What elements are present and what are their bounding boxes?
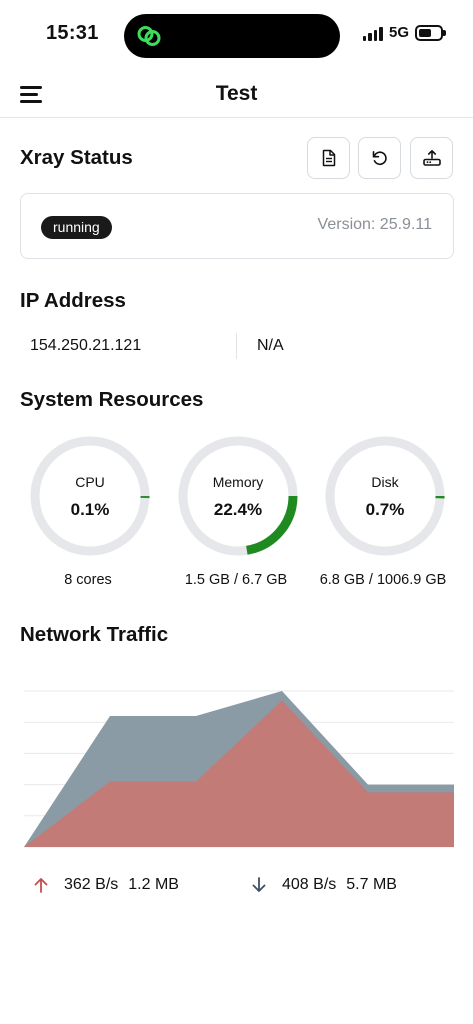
disk-label: Disk [371, 474, 399, 490]
ip-divider [236, 333, 237, 359]
memory-label: Memory [212, 474, 264, 490]
upload-rate: 362 B/s [64, 876, 119, 893]
cpu-gauge-ring [30, 436, 150, 556]
disk-detail: 6.8 GB / 1006.9 GB [319, 572, 447, 588]
upload-total: 1.2 MB [128, 876, 179, 893]
disk-gauge-ring [325, 436, 445, 556]
memory-percent: 22.4% [213, 500, 263, 519]
page-title: Test [215, 82, 258, 105]
xray-status-title: Xray Status [20, 146, 133, 169]
dynamic-island [124, 14, 340, 58]
system-resources-title: System Resources [20, 388, 204, 411]
ipv6-value: N/A [257, 337, 284, 354]
status-badge: running [41, 216, 112, 239]
network-type: 5G [388, 24, 409, 41]
network-traffic-title: Network Traffic [20, 623, 169, 646]
disk-percent: 0.7% [365, 500, 405, 519]
cpu-percent: 0.1% [70, 500, 110, 519]
download-legend: 408 B/s 5.7 MB [250, 876, 397, 894]
memory-gauge: Memory 22.4% [176, 434, 300, 558]
download-rate: 408 B/s [282, 876, 337, 893]
upload-icon [422, 150, 441, 166]
memory-detail: 1.5 GB / 6.7 GB [184, 572, 288, 588]
status-bar: 15:31 5G [0, 0, 473, 70]
cpu-gauge: CPU 0.1% [28, 434, 152, 558]
status-indicators: 5G [362, 24, 446, 41]
arrow-down-icon [252, 877, 266, 892]
battery-icon [415, 24, 446, 41]
arrow-up-icon [34, 878, 48, 893]
upload-legend: 362 B/s 1.2 MB [32, 876, 179, 894]
update-button[interactable] [410, 137, 453, 179]
ipv4-value: 154.250.21.121 [30, 337, 142, 354]
logs-button[interactable] [307, 137, 350, 179]
refresh-icon [372, 151, 387, 165]
link-app-icon [137, 26, 161, 46]
status-time: 15:31 [46, 22, 99, 44]
document-icon [322, 149, 335, 167]
cpu-label: CPU [75, 474, 105, 490]
version-label: Version: 25.9.11 [317, 216, 432, 233]
cellular-signal-icon [362, 25, 383, 41]
app-header: Test [0, 70, 473, 118]
traffic-chart [24, 690, 454, 848]
cpu-detail: 8 cores [64, 572, 112, 588]
disk-gauge: Disk 0.7% [323, 434, 447, 558]
xray-status-card: running Version: 25.9.11 [20, 193, 454, 259]
memory-gauge-ring [178, 436, 298, 556]
ip-address-title: IP Address [20, 289, 126, 312]
restart-button[interactable] [358, 137, 401, 179]
download-total: 5.7 MB [346, 876, 397, 893]
